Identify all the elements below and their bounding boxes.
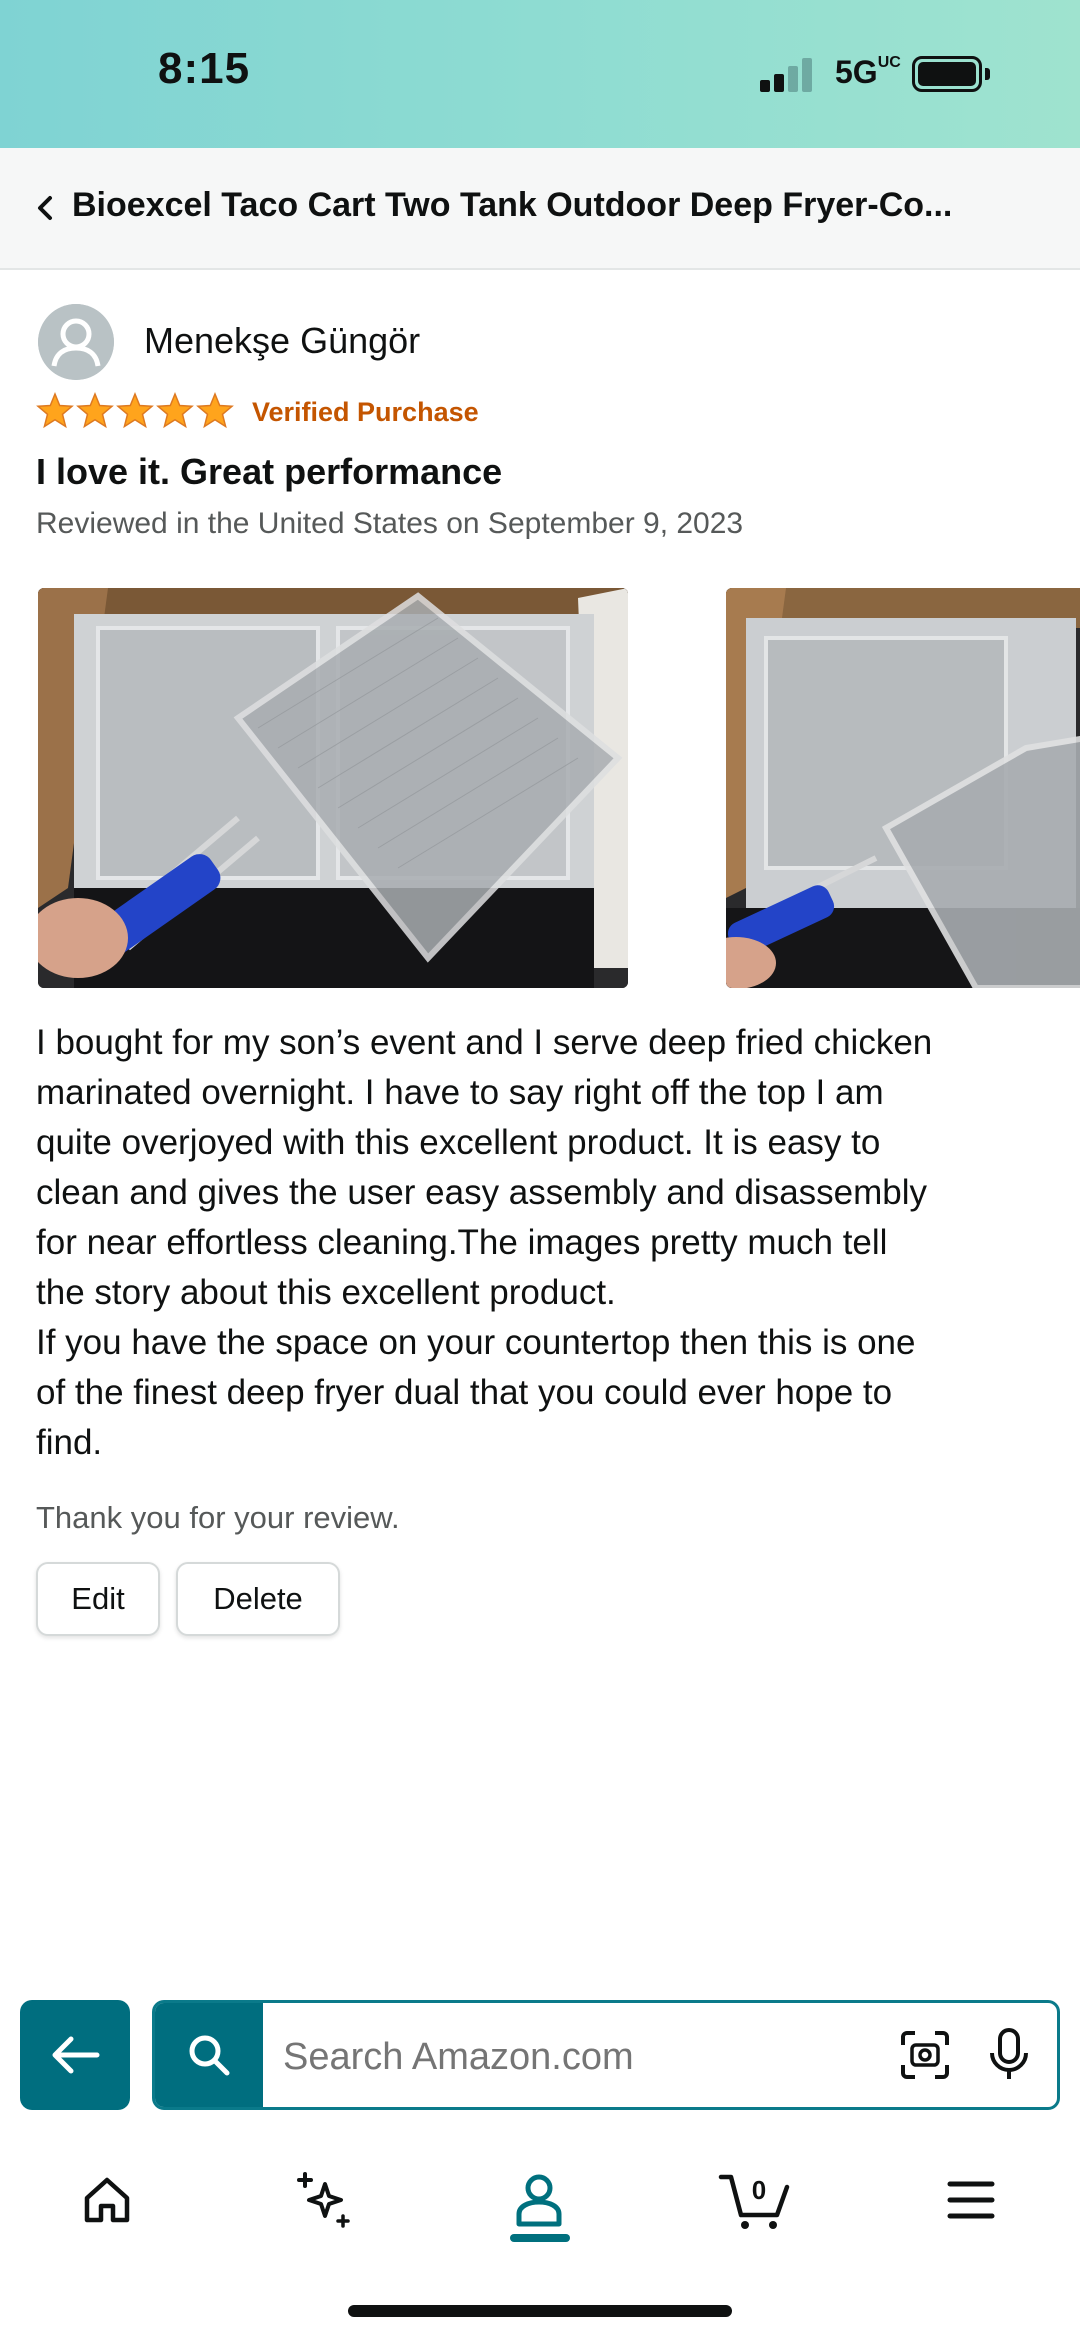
review-title: I love it. Great performance <box>36 451 503 492</box>
search-icon <box>189 2035 230 2076</box>
review-body-line: I bought for my son’s event and I serve … <box>36 1023 933 1062</box>
tab-cart[interactable]: 0 <box>710 2160 800 2240</box>
reviewer-name[interactable]: Menekşe Güngör <box>144 320 420 362</box>
verified-purchase-badge: Verified Purchase <box>252 397 479 427</box>
review-body-line: for near effortless cleaning.The images … <box>36 1223 888 1262</box>
network-label: 5G <box>835 54 878 90</box>
tab-account[interactable] <box>494 2160 584 2240</box>
tab-rufus[interactable] <box>278 2160 368 2240</box>
star-icon <box>76 392 114 429</box>
tab-home[interactable] <box>62 2160 152 2240</box>
review-body: I bought for my son’s event and I serve … <box>36 1018 1046 1468</box>
home-icon <box>84 2177 130 2223</box>
review-body-line: marinated overnight. I have to say right… <box>36 1073 884 1112</box>
edit-button[interactable]: Edit <box>36 1562 160 1636</box>
cart-count: 0 <box>752 2175 766 2205</box>
microphone-icon[interactable] <box>987 2027 1031 2083</box>
star-icon <box>116 392 154 429</box>
hamburger-icon <box>947 2181 995 2219</box>
product-header[interactable]: Bioexcel Taco Cart Two Tank Outdoor Deep… <box>0 148 1080 270</box>
review-body-line: quite overjoyed with this excellent prod… <box>36 1123 881 1162</box>
camera-search-icon[interactable] <box>899 2029 951 2081</box>
network-type: 5GUC <box>835 54 901 90</box>
product-title[interactable]: Bioexcel Taco Cart Two Tank Outdoor Deep… <box>72 186 1052 225</box>
star-icon <box>36 392 74 429</box>
status-bar: 8:15 5GUC <box>0 0 1080 148</box>
back-button[interactable] <box>20 2000 130 2110</box>
home-indicator <box>348 2305 732 2317</box>
star-icon <box>156 392 194 429</box>
active-tab-indicator <box>510 2234 570 2242</box>
star-icon <box>196 392 234 429</box>
battery-icon <box>912 56 982 92</box>
review-body-line: If you have the space on your countertop… <box>36 1323 916 1362</box>
review-date: Reviewed in the United States on Septemb… <box>36 507 744 540</box>
person-icon <box>516 2174 562 2227</box>
delete-button[interactable]: Delete <box>176 1562 340 1636</box>
search-bar[interactable] <box>152 2000 1060 2110</box>
review-photo[interactable] <box>726 588 1080 988</box>
review-photo[interactable] <box>38 588 628 988</box>
cart-icon: 0 <box>718 2174 790 2229</box>
sparkle-icon <box>297 2172 350 2228</box>
review-body-line: of the finest deep fryer dual that you c… <box>36 1373 893 1412</box>
thank-you-message: Thank you for your review. <box>36 1500 400 1535</box>
chevron-left-icon[interactable] <box>34 194 56 222</box>
review-body-line: clean and gives the user easy assembly a… <box>36 1173 928 1212</box>
arrow-left-icon <box>52 2036 100 2074</box>
search-input[interactable] <box>283 2033 803 2081</box>
avatar[interactable] <box>38 304 114 380</box>
person-icon <box>38 304 114 380</box>
signal-strength-icon <box>760 58 816 92</box>
review-body-line: the story about this excellent product. <box>36 1273 616 1312</box>
star-rating <box>36 392 234 430</box>
status-time: 8:15 <box>158 44 251 93</box>
review-body-line: find. <box>36 1423 103 1462</box>
search-button[interactable] <box>155 2003 263 2107</box>
tab-menu[interactable] <box>926 2160 1016 2240</box>
